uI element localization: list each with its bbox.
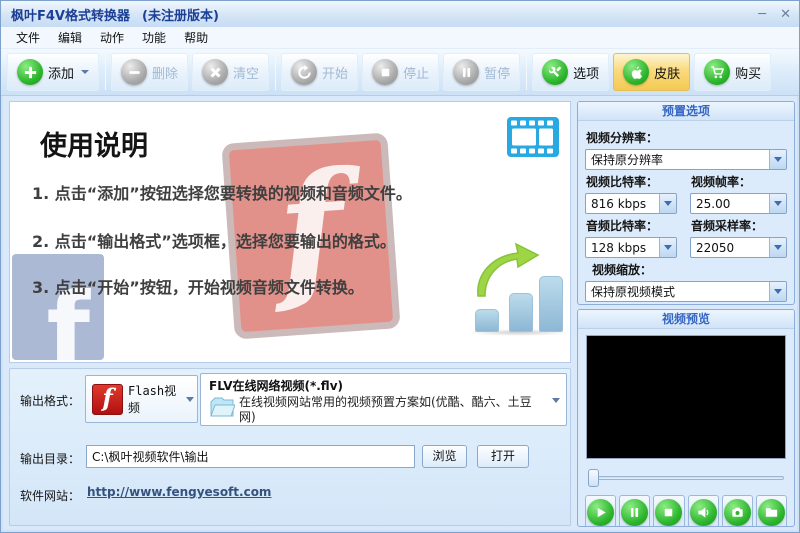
chevron-down-icon[interactable] <box>659 238 676 257</box>
camera-icon <box>723 498 751 526</box>
flash-icon: f <box>92 383 123 415</box>
resolution-label: 视频分辨率： <box>586 131 659 145</box>
snapshot-button[interactable] <box>721 495 753 526</box>
seek-slider-thumb[interactable] <box>588 469 599 487</box>
pause-icon <box>621 498 649 526</box>
skin-button[interactable]: 皮肤 <box>613 53 691 91</box>
framerate-select[interactable]: 25.00 <box>690 193 787 214</box>
pause-playback-button[interactable] <box>619 495 651 526</box>
open-file-button[interactable] <box>755 495 788 526</box>
resolution-select[interactable]: 保持原分辨率 <box>585 149 787 170</box>
instruction-step-1: 1. 点击“添加”按钮选择您要转换的视频和音频文件。 <box>32 184 412 203</box>
preset-title: FLV在线网络视频(*.flv) <box>209 379 343 393</box>
output-preset-select[interactable]: FLV在线网络视频(*.flv) 在线视频网站常用的视频预置方案如(优酷、酷六、… <box>200 373 567 426</box>
pause-button[interactable]: 暂停 <box>443 53 521 91</box>
playback-controls <box>584 493 788 526</box>
stop-button[interactable]: 停止 <box>362 53 440 91</box>
menu-action[interactable]: 动作 <box>91 26 133 49</box>
toolbar: 添加 删除 清空 开始 停止 暂停 选项 皮肤 购买 <box>1 49 799 96</box>
window-title-suffix: (未注册版本) <box>142 8 219 24</box>
speaker-icon <box>689 498 717 526</box>
seek-slider-track[interactable] <box>588 476 784 480</box>
stop-playback-button[interactable] <box>653 495 685 526</box>
toolbar-divider <box>105 54 107 90</box>
remove-icon <box>121 59 148 85</box>
menu-function[interactable]: 功能 <box>133 26 175 49</box>
toolbar-divider <box>275 54 277 90</box>
instructions-panel: f f 使用说明 1. 点击“添加”按钮选择您要转换的视频和音频文件。 2. 点… <box>9 101 571 363</box>
video-bitrate-label: 视频比特率： <box>586 175 659 189</box>
play-button[interactable] <box>585 495 617 526</box>
video-scale-select[interactable]: 保持原视频模式 <box>585 281 787 302</box>
browse-button[interactable]: 浏览 <box>422 445 467 468</box>
menu-edit[interactable]: 编辑 <box>49 26 91 49</box>
chevron-down-icon[interactable] <box>769 150 786 169</box>
output-format-label: 输出格式： <box>20 394 81 408</box>
stop-icon <box>655 498 683 526</box>
start-icon <box>291 59 318 85</box>
film-strip-icon <box>507 117 559 157</box>
output-dir-input[interactable] <box>86 445 415 468</box>
clear-icon <box>202 59 229 85</box>
chevron-down-icon[interactable] <box>659 194 676 213</box>
menu-file[interactable]: 文件 <box>7 26 49 49</box>
titlebar: 枫叶F4V格式转换器 (未注册版本) ─ ✕ <box>1 1 799 27</box>
volume-button[interactable] <box>687 495 719 526</box>
chevron-down-icon[interactable] <box>769 282 786 301</box>
pause-icon <box>453 59 480 85</box>
instruction-step-3: 3. 点击“开始”按钮，开始视频音频文件转换。 <box>32 278 364 297</box>
bar-chart-graphic <box>465 272 570 336</box>
seek-slider[interactable] <box>588 469 784 487</box>
preset-folder-icon <box>210 397 235 417</box>
video-scale-label: 视频缩放： <box>592 263 653 277</box>
preset-description: 在线视频网站常用的视频预置方案如(优酷、酷六、土豆网) <box>239 395 532 424</box>
minimize-button[interactable]: ─ <box>758 8 766 21</box>
video-bitrate-select[interactable]: 816 kbps <box>585 193 677 214</box>
video-preview-panel: 视频预览 <box>577 309 795 527</box>
add-dropdown-caret-icon[interactable] <box>81 70 90 74</box>
website-label: 软件网站： <box>20 489 81 503</box>
preset-options-panel: 预置选项 视频分辨率： 保持原分辨率 视频比特率： 视频帧率： 816 kbps… <box>577 101 795 305</box>
audio-bitrate-select[interactable]: 128 kbps <box>585 237 677 258</box>
sample-rate-label: 音频采样率： <box>691 219 764 233</box>
menu-help[interactable]: 帮助 <box>175 26 217 49</box>
add-icon <box>17 59 43 85</box>
audio-bitrate-label: 音频比特率： <box>586 219 659 233</box>
close-button[interactable]: ✕ <box>780 8 791 21</box>
add-button[interactable]: 添加 <box>7 53 100 91</box>
instruction-step-2: 2. 点击“输出格式”选项框，选择您要输出的格式。 <box>32 232 396 251</box>
usage-heading: 使用说明 <box>40 131 148 162</box>
chevron-down-icon[interactable] <box>186 396 194 402</box>
start-button[interactable]: 开始 <box>281 53 359 91</box>
buy-icon <box>704 59 731 85</box>
options-icon <box>542 59 569 85</box>
chevron-down-icon[interactable] <box>769 194 786 213</box>
facebook-logo-watermark-icon: f <box>12 254 104 360</box>
play-icon <box>587 498 615 526</box>
preset-options-title: 预置选项 <box>578 102 794 121</box>
chevron-down-icon[interactable] <box>552 398 560 403</box>
open-button[interactable]: 打开 <box>477 445 529 468</box>
stop-icon <box>372 59 399 85</box>
window-title: 枫叶F4V格式转换器 <box>11 8 130 24</box>
output-format-select[interactable]: f Flash视频 <box>85 375 198 423</box>
skin-icon <box>623 59 650 85</box>
buy-button[interactable]: 购买 <box>694 53 772 91</box>
delete-button[interactable]: 删除 <box>111 53 189 91</box>
website-link[interactable]: http://www.fengyesoft.com <box>87 485 271 499</box>
options-button[interactable]: 选项 <box>532 53 610 91</box>
output-panel: 输出格式： f Flash视频 FLV在线网络视频(*.flv) 在线视频网站常… <box>9 368 571 526</box>
chevron-down-icon[interactable] <box>769 238 786 257</box>
sample-rate-select[interactable]: 22050 <box>690 237 787 258</box>
app-window: 枫叶F4V格式转换器 (未注册版本) ─ ✕ 文件 编辑 动作 功能 帮助 添加… <box>0 0 800 533</box>
video-display <box>586 335 786 459</box>
framerate-label: 视频帧率： <box>691 175 752 189</box>
folder-icon <box>757 498 785 526</box>
video-preview-title: 视频预览 <box>578 310 794 329</box>
menubar: 文件 编辑 动作 功能 帮助 <box>1 26 799 49</box>
toolbar-divider <box>526 54 528 90</box>
clear-button[interactable]: 清空 <box>192 53 270 91</box>
output-dir-label: 输出目录： <box>20 452 81 466</box>
